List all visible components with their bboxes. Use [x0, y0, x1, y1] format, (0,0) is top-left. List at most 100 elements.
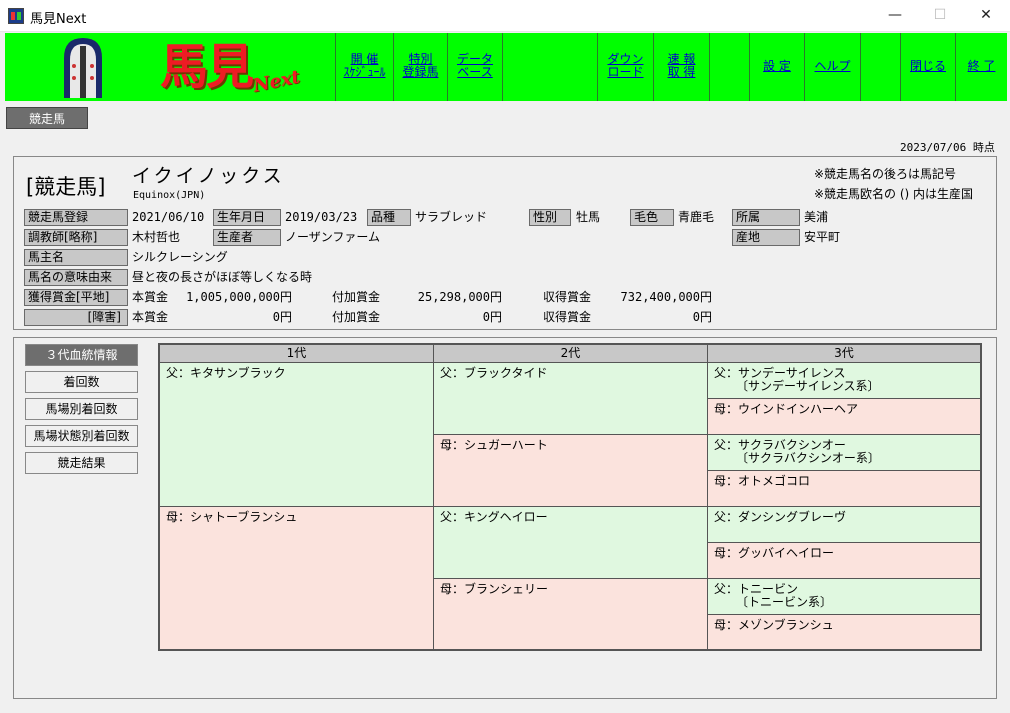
menu-download-line1: ダウン: [607, 52, 644, 66]
horse-name: イクイノックス: [132, 165, 285, 187]
pedigree-gen3-2[interactable]: 母：ウインドインハーヘア: [708, 399, 980, 435]
menu-close[interactable]: 閉じる: [900, 33, 955, 101]
pedigree-gen3-1-name: 父：サンデーサイレンス: [714, 366, 846, 380]
pedigree-gen3-7-name: 父：トニービン: [714, 582, 799, 596]
value-breed: サラブレッド: [415, 210, 488, 224]
menu-settings[interactable]: 設 定: [749, 33, 804, 101]
pedigree-gen3-6[interactable]: 母：グッバイヘイロー: [708, 543, 980, 579]
menu-empty-3: [860, 33, 900, 101]
menu-download-line2: ロード: [607, 65, 644, 79]
value-registered: 2021/06/10: [132, 210, 205, 224]
pedigree-table: 1代 2代 3代 父：キタサンブラック 母：シャトーブランシュ 父：ブラックタイ…: [158, 343, 982, 651]
pedigree-gen3-2-name: 母：ウインドインハーヘア: [714, 402, 859, 416]
finish-count-button[interactable]: 着回数: [25, 371, 138, 393]
pedigree-header-gen3: 3代: [708, 345, 980, 363]
prize-flat-earned-value: 732,400,000円: [620, 290, 712, 304]
prize-jump-earned-label: 収得賞金: [543, 310, 592, 324]
pedigree-gen3-4[interactable]: 母：オトメゴコロ: [708, 471, 980, 507]
value-sex: 牡馬: [576, 210, 601, 224]
menu-download[interactable]: ダウン ロード: [597, 33, 653, 101]
prize-flat-main-value: 1,005,000,000円: [186, 290, 292, 304]
pedigree-gen3-8[interactable]: 母：メゾンブランシュ: [708, 615, 980, 649]
prize-flat-extra-label: 付加賞金: [332, 290, 381, 304]
value-coat: 青鹿毛: [678, 210, 715, 224]
pedigree-gen3-1-line: 〔サンデーサイレンス系〕: [736, 379, 880, 393]
menu-exit[interactable]: 終 了: [955, 33, 1007, 101]
menu-quick-line1: 速 報: [667, 52, 696, 66]
title-bar: 馬見Next — ☐ ✕: [0, 0, 1010, 32]
app-icon: [8, 8, 24, 24]
label-owner: 馬主名: [24, 249, 128, 266]
prize-jump-main-label: 本賞金: [132, 310, 169, 324]
menu-quick-fetch[interactable]: 速 報取 得: [653, 33, 709, 101]
menu-database[interactable]: データ ベース: [447, 33, 502, 101]
menu-schedule-line1: 開 催: [350, 52, 379, 66]
track-condition-finish-count-button[interactable]: 馬場状態別着回数: [25, 425, 138, 447]
prize-flat-earned-label: 収得賞金: [543, 290, 592, 304]
menu-quick-line2: 取 得: [667, 65, 696, 79]
track-finish-count-button[interactable]: 馬場別着回数: [25, 398, 138, 420]
menu-help-label[interactable]: ヘルプ: [805, 60, 860, 73]
value-origin: 安平町: [804, 230, 841, 244]
label-affiliation: 所属: [732, 209, 800, 226]
main-menu-bar: 馬見 Next 開 催ｽｹｼﾞｭｰﾙ 特別 登録馬 データ ベース ダウン ロード 速…: [5, 33, 1007, 101]
race-results-button[interactable]: 競走結果: [25, 452, 138, 474]
label-meaning: 馬名の意味由来: [24, 269, 128, 286]
pedigree-sire-sire[interactable]: 父：ブラックタイド: [434, 363, 708, 435]
prize-flat-extra-value: 25,298,000円: [417, 290, 502, 304]
logo-text: 馬見: [160, 39, 254, 95]
close-window-button[interactable]: ✕: [963, 0, 1009, 31]
menu-help[interactable]: ヘルプ: [804, 33, 860, 101]
pedigree-gen3-3[interactable]: 父：サクラバクシンオー 〔サクラバクシンオー系〕: [708, 435, 980, 471]
menu-special-entries[interactable]: 特別 登録馬: [393, 33, 447, 101]
detail-panel: ３代血統情報 着回数 馬場別着回数 馬場状態別着回数 競走結果 1代 2代 3代…: [13, 337, 997, 699]
prize-jump-earned-value: 0円: [692, 310, 712, 324]
label-breed: 品種: [367, 209, 411, 226]
pedigree-gen3-3-line: 〔サクラバクシンオー系〕: [736, 451, 880, 465]
menu-close-label[interactable]: 閉じる: [901, 60, 955, 73]
value-birthday: 2019/03/23: [285, 210, 358, 224]
maximize-button[interactable]: ☐: [917, 0, 963, 31]
label-sex: 性別: [529, 209, 571, 226]
label-prize-jump: [障害]: [24, 309, 128, 326]
pedigree-gen3-5-name: 父：ダンシングブレーヴ: [714, 510, 847, 524]
horse-info-panel: [競走馬] イクイノックス Equinox(JPN) ※競走馬名の後ろは馬記号 …: [13, 156, 997, 330]
value-affiliation: 美浦: [804, 210, 829, 224]
value-owner: シルクレーシング: [132, 250, 228, 264]
pedigree-dam-dam[interactable]: 母：ブランシェリー: [434, 579, 708, 649]
logo-next-text: Next: [251, 66, 302, 97]
pedigree-sire-dam[interactable]: 母：シュガーハート: [434, 435, 708, 507]
pedigree-gen3-4-name: 母：オトメゴコロ: [714, 474, 811, 488]
pedigree-gen3-7[interactable]: 父：トニービン 〔トニービン系〕: [708, 579, 980, 615]
label-prize-flat: 獲得賞金[平地]: [24, 289, 128, 306]
pedigree-gen3-8-name: 母：メゾンブランシュ: [714, 618, 834, 632]
note-horse-symbol: ※競走馬名の後ろは馬記号: [814, 167, 957, 181]
menu-settings-label[interactable]: 設 定: [750, 60, 804, 73]
note-country: ※競走馬欧名の () 内は生産国: [814, 187, 974, 201]
label-origin: 産地: [732, 229, 800, 246]
pedigree-gen3-1[interactable]: 父：サンデーサイレンス 〔サンデーサイレンス系〕: [708, 363, 980, 399]
label-trainer: 調教師[略称]: [24, 229, 128, 246]
label-registered: 競走馬登録: [24, 209, 128, 226]
menu-schedule[interactable]: 開 催ｽｹｼﾞｭｰﾙ: [335, 33, 393, 101]
menu-empty-1: [502, 33, 597, 101]
prize-jump-extra-value: 0円: [482, 310, 502, 324]
as-of-date: 2023/07/06 時点: [900, 141, 995, 154]
horse-section-label: [競走馬]: [26, 175, 106, 199]
minimize-button[interactable]: —: [872, 0, 918, 31]
prize-jump-main-value: 0円: [272, 310, 292, 324]
pedigree-gen3-7-line: 〔トニービン系〕: [736, 595, 833, 609]
value-trainer: 木村哲也: [132, 230, 181, 244]
pedigree-3gen-button[interactable]: ３代血統情報: [25, 344, 138, 366]
menu-database-line2: ベース: [457, 65, 493, 79]
pedigree-dam[interactable]: 母：シャトーブランシュ: [160, 507, 434, 649]
pedigree-header-gen1: 1代: [160, 345, 434, 363]
pedigree-dam-sire[interactable]: 父：キングヘイロー: [434, 507, 708, 579]
logo: 馬見 Next: [5, 33, 335, 101]
section-tab-horse[interactable]: 競走馬: [6, 107, 88, 129]
pedigree-gen3-3-name: 父：サクラバクシンオー: [714, 438, 846, 452]
pedigree-sire[interactable]: 父：キタサンブラック: [160, 363, 434, 507]
menu-exit-label[interactable]: 終 了: [956, 60, 1007, 73]
pedigree-gen3-5[interactable]: 父：ダンシングブレーヴ: [708, 507, 980, 543]
label-coat: 毛色: [630, 209, 674, 226]
